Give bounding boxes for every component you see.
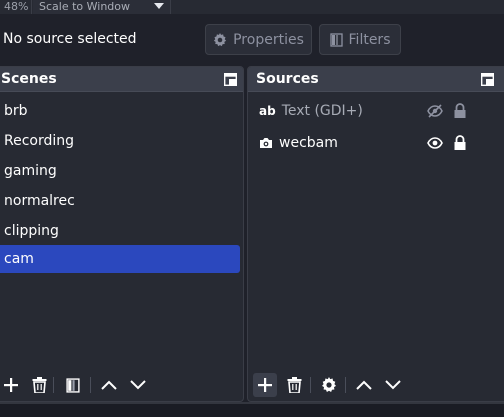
scene-item-label: cam xyxy=(4,251,34,267)
eye-icon[interactable] xyxy=(427,135,443,151)
source-item-label: Text (GDI+) xyxy=(281,103,363,119)
scenes-header: Scenes xyxy=(0,67,243,92)
sources-header: Sources xyxy=(248,67,504,92)
sources-title: Sources xyxy=(256,71,319,87)
lock-icon[interactable] xyxy=(453,103,467,119)
camera-icon xyxy=(260,138,272,148)
chevron-down-icon xyxy=(154,3,164,9)
filters-icon xyxy=(66,377,80,393)
plus-icon xyxy=(258,378,272,392)
sources-dock: Sources ab Text (GDI+) wecbam xyxy=(247,66,504,402)
text-icon: ab xyxy=(259,104,276,118)
source-properties-button[interactable] xyxy=(317,373,341,397)
scenes-toolbar xyxy=(0,369,243,401)
scene-filters-button[interactable] xyxy=(61,373,85,397)
scene-item-brb[interactable]: brb xyxy=(4,97,28,125)
lock-icon[interactable] xyxy=(453,135,467,151)
add-scene-button[interactable] xyxy=(0,373,23,397)
scene-item-cam[interactable]: cam xyxy=(0,245,240,273)
filters-button[interactable]: Filters xyxy=(319,24,401,55)
chevron-up-icon xyxy=(101,380,117,390)
chevron-down-icon xyxy=(130,380,146,390)
plus-icon xyxy=(4,378,18,392)
toolbar-separator xyxy=(53,377,54,393)
gear-icon xyxy=(322,377,336,392)
toolbar-separator xyxy=(345,377,346,393)
gear-icon xyxy=(213,32,227,46)
undock-icon[interactable] xyxy=(481,73,494,86)
move-scene-up-button[interactable] xyxy=(97,373,121,397)
eye-hidden-icon[interactable] xyxy=(427,103,443,119)
remove-scene-button[interactable] xyxy=(27,373,51,397)
scene-item-gaming[interactable]: gaming xyxy=(4,157,57,185)
chevron-up-icon xyxy=(356,380,372,390)
toolbar-separator xyxy=(310,377,311,393)
undock-icon[interactable] xyxy=(224,73,237,86)
status-strip xyxy=(0,404,504,417)
scale-mode-select[interactable]: Scale to Window xyxy=(33,0,171,14)
divider xyxy=(31,0,32,14)
scale-mode-label: Scale to Window xyxy=(39,0,131,13)
source-item-wecbam[interactable]: wecbam xyxy=(248,129,504,157)
scene-item-recording[interactable]: Recording xyxy=(4,127,74,155)
trash-icon xyxy=(32,377,46,393)
filters-icon xyxy=(329,32,343,47)
zoom-level: 48% xyxy=(4,0,29,13)
source-item-label: wecbam xyxy=(279,135,338,151)
filters-label: Filters xyxy=(348,31,391,48)
toolbar-separator xyxy=(90,377,91,393)
move-source-up-button[interactable] xyxy=(352,373,376,397)
add-source-button[interactable] xyxy=(253,373,277,397)
trash-icon xyxy=(287,377,301,393)
sources-toolbar xyxy=(248,369,504,401)
source-item-text[interactable]: ab Text (GDI+) xyxy=(248,97,504,125)
scenes-title: Scenes xyxy=(1,71,57,87)
no-source-label: No source selected xyxy=(3,31,137,47)
properties-button[interactable]: Properties xyxy=(205,24,312,55)
scene-item-clipping[interactable]: clipping xyxy=(4,217,59,245)
chevron-down-icon xyxy=(385,380,401,390)
scene-item-normalrec[interactable]: normalrec xyxy=(4,187,75,215)
move-source-down-button[interactable] xyxy=(381,373,405,397)
properties-label: Properties xyxy=(233,31,304,48)
remove-source-button[interactable] xyxy=(282,373,306,397)
move-scene-down-button[interactable] xyxy=(126,373,150,397)
scenes-dock: Scenes brb Recording gaming normalrec cl… xyxy=(0,66,244,402)
